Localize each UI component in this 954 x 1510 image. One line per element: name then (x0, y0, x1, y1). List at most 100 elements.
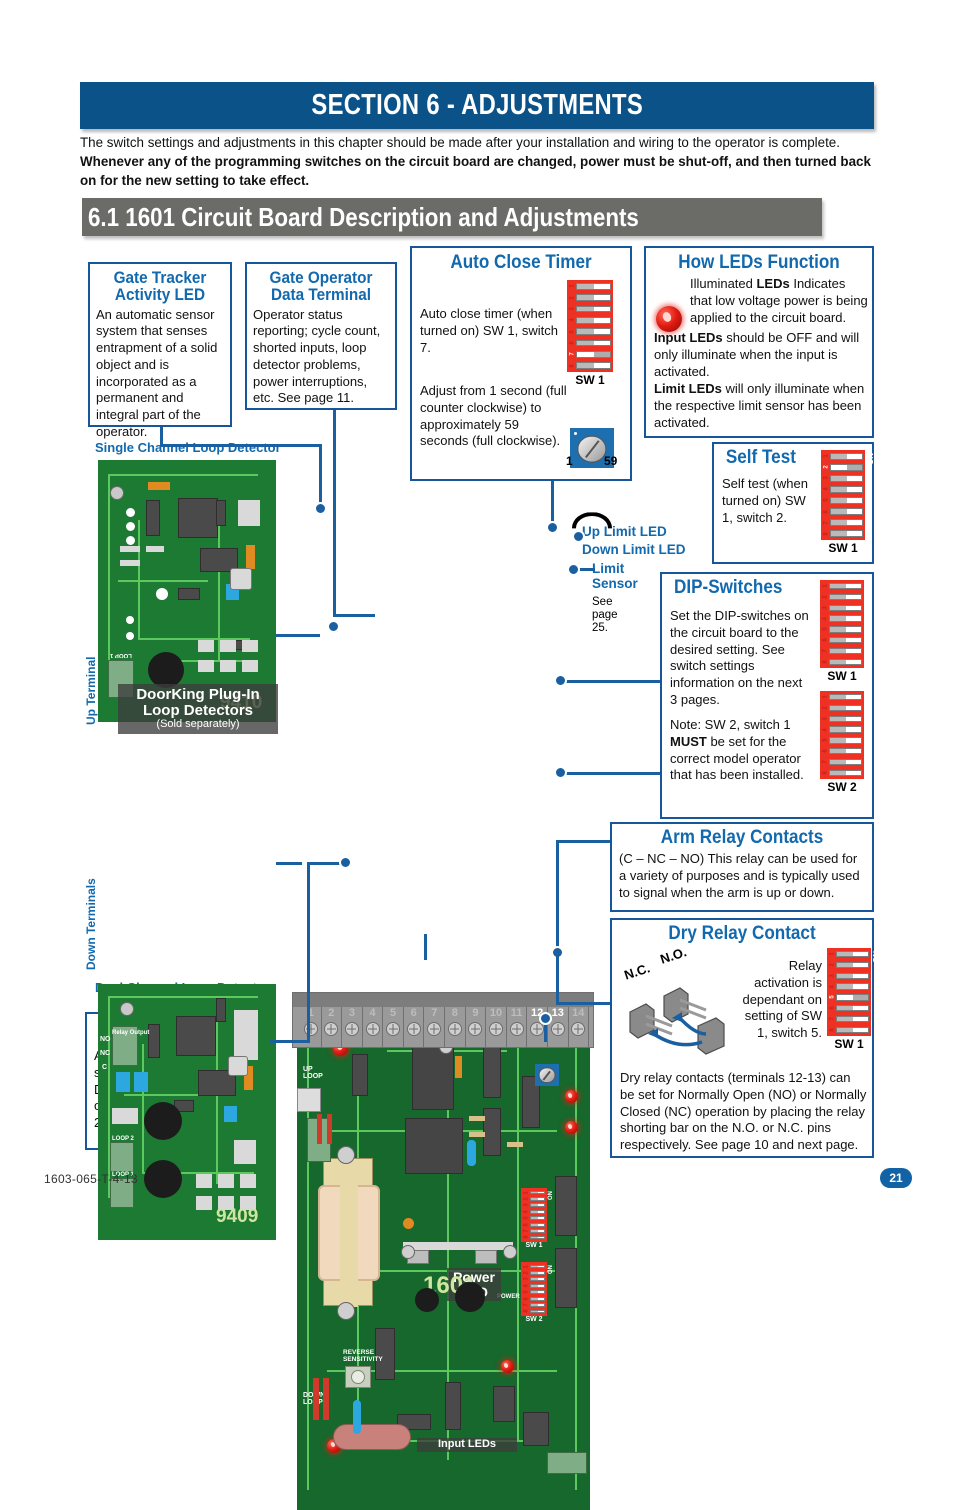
auto-close-dip-switch[interactable]: ON 1 2 3 4 5 6 7 8 (567, 280, 623, 372)
dip-switch-lever[interactable] (576, 282, 611, 290)
dip-switch-lever[interactable] (530, 1229, 545, 1233)
board-sw1[interactable]: ON 12345678 (521, 1188, 554, 1242)
dip-switch-row-5[interactable]: 5 (523, 1216, 545, 1221)
terminal-11[interactable]: 11 (507, 1007, 528, 1047)
dip-switch-row-2[interactable]: 2 (569, 293, 611, 302)
dip-switch-lever[interactable] (530, 1277, 545, 1282)
dip-switch-row-7[interactable]: 7 (822, 758, 862, 766)
dip-switch-lever[interactable] (830, 519, 863, 526)
dip-switch-row-5[interactable]: 5 (822, 625, 862, 633)
dip-switch-row-3[interactable]: 3 (822, 715, 862, 723)
dip-switch-lever[interactable] (530, 1190, 545, 1195)
dip-switch-row-1[interactable]: 1 (822, 693, 862, 701)
terminal-screw[interactable] (447, 1022, 462, 1036)
dip-switch-lever[interactable] (530, 1222, 545, 1227)
dip-switch-row-3[interactable]: 3 (822, 604, 862, 612)
dip-switch-row-1[interactable]: 1 (823, 452, 863, 461)
dip-switch-lever[interactable] (530, 1196, 545, 1201)
dip-switch-row-5[interactable]: 5 (823, 496, 863, 505)
dip-switches-sw1[interactable]: ON 1 2 3 4 5 6 7 8 (820, 580, 874, 668)
dip-switch-lever[interactable] (836, 1004, 869, 1012)
terminal-5[interactable]: 5 (383, 1007, 404, 1047)
terminal-screw[interactable] (365, 1022, 380, 1036)
dip-switch-row-6[interactable]: 6 (822, 636, 862, 644)
dip-switch-row-3[interactable]: 3 (569, 305, 611, 314)
dip-switch-row-2[interactable]: 2 (823, 463, 863, 472)
dip-switch-row-8[interactable]: 8 (523, 1309, 545, 1314)
dip-switch-lever[interactable] (829, 693, 862, 701)
self-test-dip-widget[interactable]: ON 1 2 3 4 5 6 7 8 SW 1 (818, 450, 875, 555)
terminal-screw[interactable] (468, 1022, 483, 1036)
dip-switch-row-7[interactable]: 7 (569, 350, 611, 359)
dip-switch-lever[interactable] (829, 715, 862, 723)
dip-switch-row-6[interactable]: 6 (829, 1004, 869, 1012)
terminal-screw[interactable] (550, 1022, 565, 1036)
terminal-screw[interactable] (509, 1022, 524, 1036)
pot-knob[interactable] (538, 1067, 556, 1084)
dip-switch-lever[interactable] (829, 615, 862, 622)
dip-switch-lever[interactable] (829, 647, 862, 655)
dip-switch-row-1[interactable]: 1 (829, 950, 869, 958)
dip-switch-lever[interactable] (829, 747, 862, 755)
dip-switch-lever[interactable] (530, 1264, 545, 1269)
dip-switch-row-8[interactable]: 8 (569, 361, 611, 370)
dip-switch-row-2[interactable]: 2 (822, 593, 862, 601)
terminal-10[interactable]: 10 (486, 1007, 507, 1047)
dip-switch-lever[interactable] (836, 994, 869, 1001)
dry-relay-dip-widget[interactable]: ON 1 2 3 4 5 6 7 8 SW 1 (824, 948, 881, 1051)
board-sw2-widget[interactable]: ON 12345678 SW 2 (521, 1262, 554, 1323)
dip-switch-row-3[interactable]: 3 (523, 1277, 545, 1282)
dip-switch-row-4[interactable]: 4 (822, 614, 862, 622)
dip-switch-lever[interactable] (830, 475, 863, 482)
terminal-screw[interactable] (386, 1022, 401, 1036)
board-sw2[interactable]: ON 12345678 (521, 1262, 554, 1316)
reverse-sensitivity-board-pot[interactable] (345, 1366, 371, 1388)
dip-switch-lever[interactable] (830, 486, 863, 493)
terminal-6[interactable]: 6 (404, 1007, 425, 1047)
time-delay-pot[interactable] (535, 1064, 559, 1086)
dip-switch-row-7[interactable]: 7 (829, 1015, 869, 1023)
dip-switch-lever[interactable] (530, 1283, 545, 1288)
dip-switch-lever[interactable] (829, 704, 862, 712)
dip-switch-row-5[interactable]: 5 (569, 327, 611, 336)
dip-switch-row-4[interactable]: 4 (823, 485, 863, 494)
dry-relay-dip-switch[interactable]: ON 1 2 3 4 5 6 7 8 (827, 948, 881, 1036)
self-test-dip-switch[interactable]: ON 1 2 3 4 5 6 7 8 (821, 450, 875, 540)
dip-switch-lever[interactable] (530, 1309, 545, 1314)
dip-switch-lever[interactable] (576, 362, 611, 370)
dip-switch-row-5[interactable]: 5 (523, 1290, 545, 1295)
terminal-7[interactable]: 7 (424, 1007, 446, 1047)
dip-switch-lever[interactable] (530, 1296, 545, 1301)
auto-close-dip-widget[interactable]: ON 1 2 3 4 5 6 7 8 SW 1 (564, 280, 624, 387)
dip-switch-row-1[interactable]: 1 (523, 1190, 545, 1195)
dip-switch-lever[interactable] (530, 1303, 545, 1307)
board-sw1-widget[interactable]: ON 12345678 SW 1 (521, 1188, 554, 1249)
dip-switch-lever[interactable] (576, 339, 611, 347)
terminal-14[interactable]: 14 (569, 1007, 590, 1047)
dip-switch-lever[interactable] (530, 1235, 545, 1240)
dip-switch-row-6[interactable]: 6 (569, 339, 611, 348)
dip-switch-lever[interactable] (576, 350, 611, 358)
dip-switch-lever[interactable] (530, 1209, 545, 1214)
terminal-4[interactable]: 4 (363, 1007, 384, 1047)
dip-switch-row-1[interactable]: 1 (569, 282, 611, 291)
dip-switch-row-7[interactable]: 7 (822, 647, 862, 655)
terminal-9[interactable]: 9 (466, 1007, 487, 1047)
dip-switch-row-8[interactable]: 8 (523, 1235, 545, 1240)
dip-switch-lever[interactable] (530, 1203, 545, 1208)
terminal-screw[interactable] (571, 1022, 586, 1036)
dip-switch-row-6[interactable]: 6 (822, 747, 862, 755)
terminal-screw[interactable] (427, 1022, 442, 1036)
dip-switch-row-2[interactable]: 2 (822, 704, 862, 712)
dip-switch-row-5[interactable]: 5 (829, 993, 869, 1001)
dip-switch-lever[interactable] (829, 737, 862, 744)
terminal-screw[interactable] (406, 1022, 421, 1036)
dip-switch-lever[interactable] (836, 1015, 869, 1023)
dip-switch-row-8[interactable]: 8 (822, 658, 862, 666)
dip-switch-row-3[interactable]: 3 (523, 1203, 545, 1208)
dip-switch-row-8[interactable]: 8 (829, 1026, 869, 1034)
dip-switch-lever[interactable] (576, 305, 611, 313)
dip-switch-lever[interactable] (829, 582, 862, 590)
dip-switch-lever[interactable] (829, 726, 862, 733)
terminal-screw[interactable] (324, 1022, 339, 1036)
